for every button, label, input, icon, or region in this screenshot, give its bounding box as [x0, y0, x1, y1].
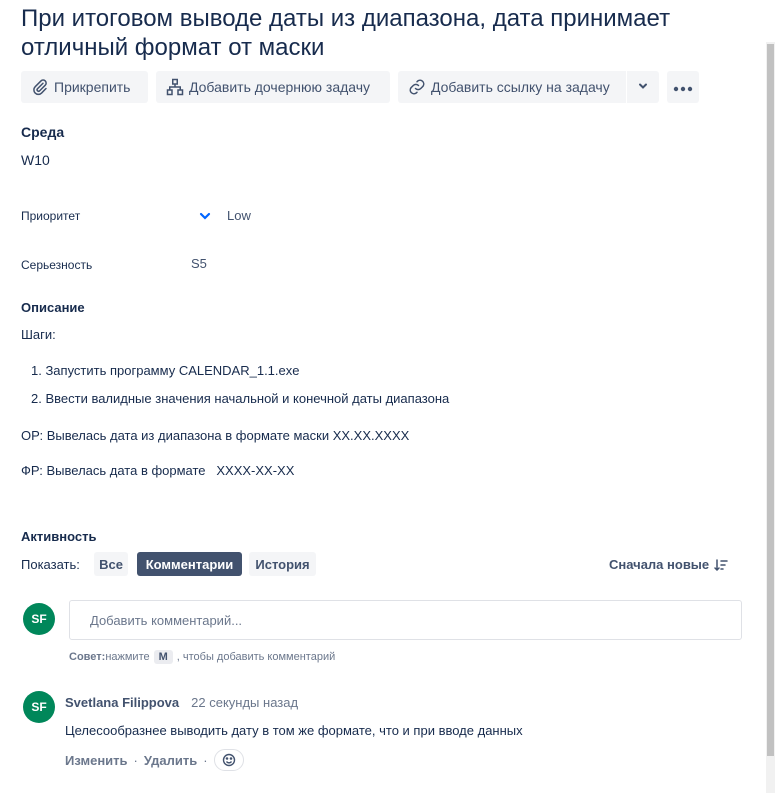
- environment-label: Среда: [21, 124, 65, 140]
- hierarchy-icon: [165, 77, 185, 97]
- filter-history[interactable]: История: [249, 552, 316, 576]
- hint-prefix: Совет:: [69, 651, 106, 663]
- add-comment-input[interactable]: Добавить комментарий...: [69, 600, 742, 640]
- add-child-issue-label: Добавить дочернюю задачу: [189, 79, 371, 95]
- add-child-issue-button[interactable]: Добавить дочернюю задачу: [156, 71, 390, 103]
- comment-author-avatar[interactable]: SF: [23, 691, 55, 723]
- description-label: Описание: [21, 300, 85, 315]
- chevron-down-icon: [637, 79, 649, 95]
- sort-order-label: Сначала новые: [609, 557, 710, 572]
- link-options-dropdown-button[interactable]: [627, 71, 659, 103]
- environment-value[interactable]: W10: [21, 152, 50, 168]
- add-reaction-button[interactable]: [213, 749, 244, 771]
- comment-header: Svetlana Filippova 22 секунды назад: [65, 695, 298, 710]
- step-item: 1. Запустить программу CALENDAR_1.1.exe: [31, 363, 300, 378]
- issue-title[interactable]: При итоговом выводе даты из диапазона, д…: [21, 4, 741, 62]
- comment-author[interactable]: Svetlana Filippova: [65, 695, 179, 710]
- add-issue-link-button[interactable]: Добавить ссылку на задачу: [398, 71, 626, 103]
- priority-label: Приоритет: [21, 209, 81, 223]
- shortcut-key: M: [153, 650, 173, 664]
- step-item: 2. Ввести валидные значения начальной и …: [31, 391, 450, 406]
- expected-result: ОР: Вывелась дата из диапазона в формате…: [21, 428, 410, 443]
- filter-comments[interactable]: Комментарии: [137, 552, 242, 576]
- attach-button[interactable]: Прикрепить: [21, 71, 148, 103]
- actual-result: ФР: Вывелась дата в формате XXXX-XX-XX: [21, 463, 295, 478]
- add-comment-placeholder: Добавить комментарий...: [90, 612, 243, 628]
- more-actions-button[interactable]: [667, 71, 699, 103]
- paperclip-icon: [30, 77, 50, 97]
- attach-label: Прикрепить: [54, 79, 131, 95]
- sort-order-button[interactable]: Сначала новые: [609, 557, 728, 572]
- action-separator: ·: [203, 752, 208, 768]
- comment-actions: Изменить · Удалить ·: [65, 749, 244, 771]
- comment-text: Целесообразнее выводить дату в том же фо…: [65, 723, 523, 738]
- link-icon: [407, 77, 427, 97]
- priority-low-icon: [198, 209, 214, 223]
- comment-shortcut-hint: Совет: нажмите M, чтобы добавить коммента…: [69, 650, 335, 664]
- filter-all[interactable]: Все: [94, 552, 128, 576]
- edit-comment-link[interactable]: Изменить: [65, 753, 128, 768]
- action-separator: ·: [133, 752, 138, 768]
- hint-suffix: , чтобы добавить комментарий: [176, 651, 336, 663]
- priority-field[interactable]: Low: [198, 208, 251, 223]
- current-user-avatar: SF: [23, 603, 55, 635]
- steps-title: Шаги:: [21, 327, 56, 342]
- severity-value[interactable]: S5: [191, 256, 207, 271]
- more-icon: [673, 79, 693, 95]
- sort-icon: [714, 558, 728, 572]
- reaction-icon: [222, 753, 236, 767]
- add-issue-link-label: Добавить ссылку на задачу: [431, 79, 610, 95]
- show-label: Показать:: [21, 557, 80, 572]
- priority-value: Low: [227, 208, 251, 223]
- hint-press: нажмите: [105, 651, 150, 663]
- delete-comment-link[interactable]: Удалить: [144, 753, 197, 768]
- scrollbar-thumb[interactable]: [767, 44, 774, 756]
- comment-time[interactable]: 22 секунды назад: [191, 695, 298, 710]
- activity-label: Активность: [21, 529, 97, 544]
- severity-label: Серьезность: [21, 258, 93, 272]
